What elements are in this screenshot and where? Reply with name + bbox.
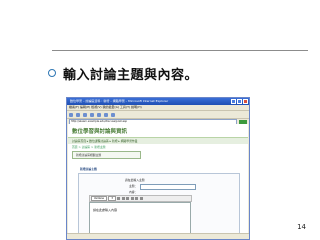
favorites-icon[interactable]	[111, 112, 115, 117]
refresh-icon[interactable]	[90, 112, 94, 117]
list-icon[interactable]	[139, 197, 143, 200]
underline-icon[interactable]	[126, 197, 130, 200]
minimize-icon[interactable]	[231, 99, 236, 104]
breadcrumb[interactable]: 首頁 > 討論區 > 新增主題	[68, 144, 248, 150]
search-icon[interactable]	[104, 112, 108, 117]
window-titlebar: 數位學習 – 討論區資料 : 新增 – 網路學習 – Microsoft Int…	[67, 98, 249, 105]
bold-icon[interactable]	[117, 197, 121, 200]
page-viewport: 數位學習與討論與資訊 討論區首頁 ▸ 數位課程討論區 ▸ 新增 ▸ 網路學習作業…	[68, 124, 248, 234]
top-divider	[52, 50, 308, 51]
page-number: 14	[297, 223, 306, 231]
subject-label: 主題：	[129, 184, 138, 188]
content-label: 內容：	[129, 190, 138, 194]
browser-toolbar	[67, 111, 249, 119]
window-title: 數位學習 – 討論區資料 : 新增 – 網路學習 – Microsoft Int…	[70, 99, 169, 103]
size-select[interactable]: 3	[108, 196, 116, 201]
crumb-box: 新增討論區相關主題	[72, 151, 141, 159]
content-editor[interactable]: 請在此處輸入內容	[89, 202, 191, 234]
editor-toolbar: Verdana 3	[89, 195, 192, 202]
font-select[interactable]: Verdana	[91, 196, 107, 201]
italic-icon[interactable]	[121, 197, 125, 200]
subject-input[interactable]	[140, 184, 196, 190]
slide-heading: 輸入討論主題與內容。	[63, 68, 199, 83]
maximize-icon[interactable]	[237, 99, 242, 104]
subject-hint: 請在此輸入主題	[125, 178, 145, 182]
align-center-icon[interactable]	[135, 197, 139, 200]
align-left-icon[interactable]	[130, 197, 134, 200]
window-buttons	[231, 99, 248, 104]
stop-icon[interactable]	[83, 112, 87, 117]
close-icon[interactable]	[243, 99, 248, 104]
status-bar	[67, 233, 249, 239]
home-icon[interactable]	[97, 112, 101, 117]
browser-screenshot: 數位學習 – 討論區資料 : 新增 – 網路學習 – Microsoft Int…	[66, 97, 250, 240]
site-title: 數位學習與討論與資訊	[68, 124, 248, 138]
post-form: 請在此輸入主題 主題： 內容： Verdana 3 請在此處輸入內容	[78, 173, 240, 234]
section-label: 新增討論主題	[80, 167, 97, 171]
forward-arrow-icon[interactable]	[76, 112, 80, 117]
circle-bullet-icon	[48, 69, 56, 77]
editor-text: 請在此處輸入內容	[93, 208, 118, 212]
back-arrow-icon[interactable]	[69, 112, 73, 117]
